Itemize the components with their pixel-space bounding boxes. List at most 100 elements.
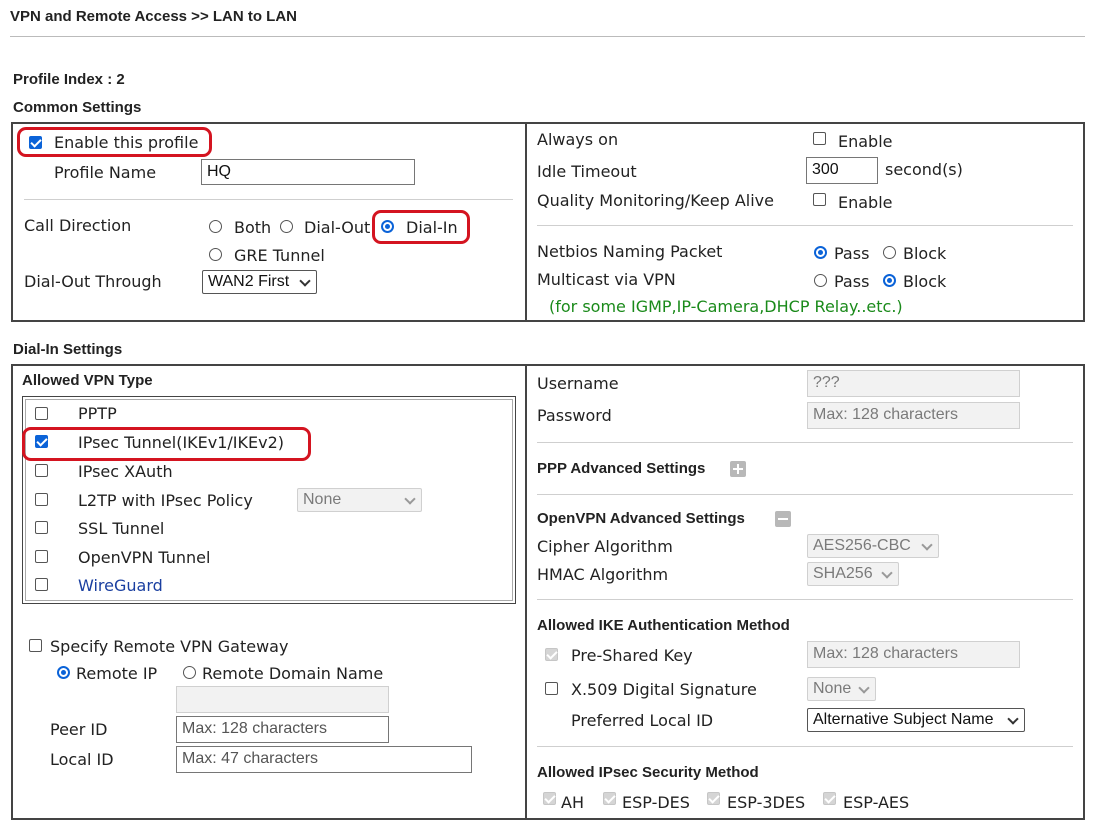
common-divider [525, 122, 527, 322]
divider [537, 746, 1073, 747]
psk-input[interactable]: Max: 128 characters [807, 641, 1020, 668]
page-title: VPN and Remote Access >> LAN to LAN [10, 8, 298, 25]
idle-timeout-input[interactable]: 300 [806, 157, 878, 184]
direction-gre-label: GRE Tunnel [234, 246, 325, 265]
remote-domain-radio[interactable] [183, 666, 196, 679]
vpn-openvpn-label: OpenVPN Tunnel [78, 548, 211, 567]
peer-id-input[interactable]: Max: 128 characters [176, 716, 389, 743]
remote-domain-label: Remote Domain Name [202, 664, 384, 683]
highlight-dialin [372, 210, 470, 244]
title-divider [10, 36, 1085, 37]
seconds-label: second(s) [885, 160, 963, 179]
dialout-through-label: Dial-Out Through [24, 272, 162, 291]
cipher-label: Cipher Algorithm [537, 537, 673, 556]
call-direction-label: Call Direction [24, 216, 132, 235]
ppp-advanced-heading: PPP Advanced Settings [537, 460, 706, 477]
hmac-label: HMAC Algorithm [537, 565, 669, 584]
profile-index: Profile Index : 2 [13, 71, 125, 88]
x509-checkbox[interactable] [545, 682, 558, 695]
always-on-enable-label: Enable [838, 132, 893, 151]
divider [537, 494, 1073, 495]
allowed-vpn-heading: Allowed VPN Type [22, 372, 153, 389]
vpn-l2tp-checkbox[interactable] [35, 493, 48, 506]
vpn-l2tp-label: L2TP with IPsec Policy [78, 491, 253, 510]
vpn-pptp-checkbox[interactable] [35, 407, 48, 420]
esp-aes-label: ESP-AES [843, 793, 910, 812]
quality-monitoring-enable-label: Enable [838, 193, 893, 212]
specify-gateway-checkbox[interactable] [29, 639, 42, 652]
local-id-label: Local ID [50, 750, 114, 769]
always-on-checkbox[interactable] [813, 132, 826, 145]
netbios-pass-radio[interactable] [814, 246, 827, 259]
direction-gre-radio[interactable] [209, 248, 222, 261]
multicast-pass-radio[interactable] [814, 274, 827, 287]
preferred-local-id-label: Preferred Local ID [571, 711, 714, 730]
divider [537, 442, 1073, 443]
vpn-pptp-label: PPTP [78, 404, 117, 423]
cipher-select[interactable]: AES256-CBC [807, 534, 939, 558]
specify-gateway-label: Specify Remote VPN Gateway [50, 637, 289, 656]
psk-label: Pre-Shared Key [571, 646, 693, 665]
multicast-block-radio[interactable] [883, 274, 896, 287]
direction-both-label: Both [234, 218, 272, 237]
multicast-label: Multicast via VPN [537, 270, 676, 289]
highlight-enable [17, 127, 212, 157]
divider [537, 599, 1073, 600]
esp-des-label: ESP-DES [622, 793, 690, 812]
vpn-wireguard-link[interactable]: WireGuard [78, 576, 163, 596]
ipsec-security-heading: Allowed IPsec Security Method [537, 764, 759, 781]
peer-id-label: Peer ID [50, 720, 108, 739]
netbios-pass-label: Pass [834, 244, 870, 263]
vpn-ssl-label: SSL Tunnel [78, 519, 165, 538]
preferred-local-id-select[interactable]: Alternative Subject Name [807, 708, 1025, 732]
dialin-divider [525, 364, 527, 820]
vpn-xauth-checkbox[interactable] [35, 464, 48, 477]
expand-plus-icon[interactable] [730, 461, 746, 477]
vpn-openvpn-checkbox[interactable] [35, 550, 48, 563]
highlight-ipsec [22, 427, 311, 461]
idle-timeout-label: Idle Timeout [537, 162, 637, 181]
common-settings-heading: Common Settings [13, 99, 142, 116]
multicast-block-label: Block [903, 272, 947, 291]
direction-both-radio[interactable] [209, 220, 222, 233]
remote-ip-label: Remote IP [76, 664, 158, 683]
direction-dialout-radio[interactable] [280, 220, 293, 233]
password-label: Password [537, 406, 612, 425]
divider [537, 225, 1073, 226]
ah-checkbox[interactable] [543, 792, 556, 805]
hmac-select[interactable]: SHA256 [807, 562, 899, 586]
divider [24, 199, 513, 200]
dialin-settings-heading: Dial-In Settings [13, 341, 123, 358]
profile-name-input[interactable]: HQ [201, 159, 415, 185]
l2tp-policy-select[interactable]: None [297, 488, 422, 512]
vpn-wireguard-checkbox[interactable] [35, 578, 48, 591]
always-on-label: Always on [537, 130, 619, 149]
vpn-xauth-label: IPsec XAuth [78, 462, 173, 481]
password-input[interactable]: Max: 128 characters [807, 402, 1020, 429]
username-input[interactable]: ??? [807, 370, 1020, 397]
esp-aes-checkbox[interactable] [823, 792, 836, 805]
netbios-label: Netbios Naming Packet [537, 242, 723, 261]
x509-select[interactable]: None [807, 677, 876, 701]
local-id-input[interactable]: Max: 47 characters [176, 746, 472, 773]
esp-des-checkbox[interactable] [603, 792, 616, 805]
collapse-minus-icon[interactable] [775, 511, 791, 527]
profile-name-label: Profile Name [54, 163, 157, 182]
multicast-note: (for some IGMP,IP-Camera,DHCP Relay..etc… [549, 297, 903, 316]
quality-monitoring-checkbox[interactable] [813, 193, 826, 206]
esp-3des-checkbox[interactable] [707, 792, 720, 805]
openvpn-advanced-heading: OpenVPN Advanced Settings [537, 510, 745, 527]
psk-checkbox[interactable] [545, 648, 558, 661]
netbios-block-radio[interactable] [883, 246, 896, 259]
direction-dialout-label: Dial-Out [304, 218, 371, 237]
multicast-pass-label: Pass [834, 272, 870, 291]
quality-monitoring-label: Quality Monitoring/Keep Alive [537, 191, 774, 210]
remote-ip-radio[interactable] [57, 666, 70, 679]
username-label: Username [537, 374, 619, 393]
ah-label: AH [561, 793, 584, 812]
remote-address-input[interactable] [176, 686, 389, 713]
dialout-through-select[interactable]: WAN2 First [202, 270, 317, 294]
vpn-ssl-checkbox[interactable] [35, 521, 48, 534]
netbios-block-label: Block [903, 244, 947, 263]
esp-3des-label: ESP-3DES [727, 793, 806, 812]
